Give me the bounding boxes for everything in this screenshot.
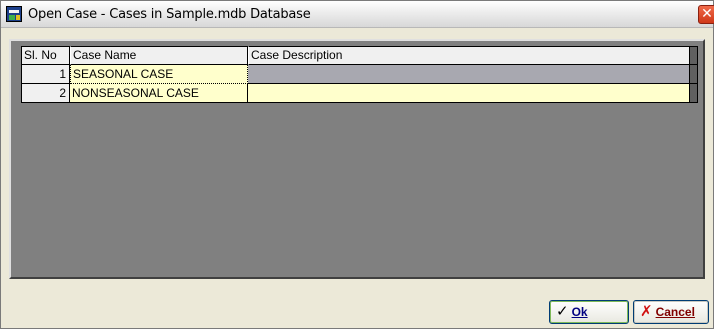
column-header-sl-no[interactable]: Sl. No [21, 46, 70, 65]
table-row[interactable]: 2 NONSEASONAL CASE [21, 84, 698, 103]
cancel-button-label: Cancel [655, 305, 695, 319]
row-filler [690, 65, 698, 84]
column-header-case-name[interactable]: Case Name [70, 46, 248, 65]
ok-button[interactable]: ✓ Ok [549, 300, 629, 324]
grid-header: Sl. No Case Name Case Description [21, 46, 698, 65]
row-filler [690, 84, 698, 103]
column-header-case-description[interactable]: Case Description [248, 46, 690, 65]
grid-bottom-edge [9, 279, 705, 285]
cases-grid[interactable]: Sl. No Case Name Case Description 1 SEAS… [9, 39, 705, 279]
case-name-cell[interactable]: SEASONAL CASE [70, 65, 248, 84]
case-description-cell[interactable] [248, 84, 690, 103]
database-app-icon [6, 6, 22, 22]
case-name-cell[interactable]: NONSEASONAL CASE [70, 84, 248, 103]
close-button[interactable]: ✕ [698, 5, 714, 24]
ok-button-label: Ok [571, 305, 588, 319]
header-filler [690, 46, 698, 65]
title-bar[interactable]: Open Case - Cases in Sample.mdb Database… [1, 1, 714, 28]
cross-icon: ✗ [640, 302, 653, 320]
row-number: 2 [21, 84, 70, 103]
open-case-dialog: Open Case - Cases in Sample.mdb Database… [0, 0, 714, 329]
case-description-cell[interactable] [248, 65, 690, 84]
close-icon: ✕ [701, 6, 713, 22]
cancel-button[interactable]: ✗ Cancel [633, 300, 709, 324]
row-number: 1 [21, 65, 70, 84]
table-row[interactable]: 1 SEASONAL CASE [21, 65, 698, 84]
window-title: Open Case - Cases in Sample.mdb Database [28, 7, 311, 22]
checkmark-icon: ✓ [556, 302, 569, 320]
